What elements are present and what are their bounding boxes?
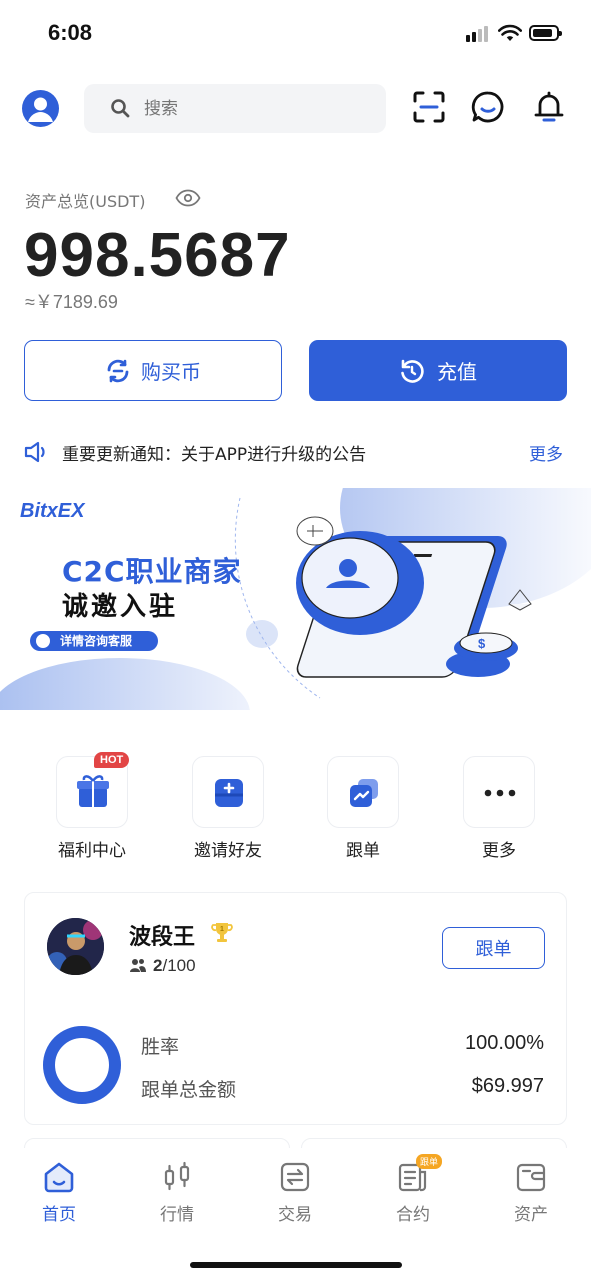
home-icon — [44, 1162, 74, 1193]
followers-icon — [130, 959, 146, 972]
total-amount-label: 跟单总金额 — [141, 1079, 237, 1101]
search-bar[interactable] — [84, 84, 386, 133]
svg-text:1: 1 — [220, 926, 224, 933]
eye-icon[interactable] — [175, 188, 201, 208]
more-dots-icon — [484, 789, 516, 797]
scan-icon[interactable] — [412, 90, 446, 124]
bell-icon[interactable] — [532, 90, 566, 124]
tab-label: 交易 — [278, 1205, 312, 1225]
search-icon — [111, 99, 130, 118]
deposit-label: 充值 — [437, 360, 477, 384]
wifi-icon — [498, 24, 522, 41]
win-rate-label: 胜率 — [141, 1036, 180, 1058]
tab-label: 资产 — [514, 1205, 548, 1225]
banner-cta-label: 详情咨询客服 — [60, 634, 133, 648]
contract-badge: 跟单 — [416, 1154, 443, 1169]
trophy-icon: 1 — [211, 923, 233, 942]
exchange-icon — [107, 359, 129, 382]
invite-icon — [215, 779, 243, 807]
quick-invite-friends[interactable]: 邀请好友 — [192, 756, 264, 861]
quick-welfare-center[interactable]: HOT 福利中心 — [56, 752, 130, 861]
quick-copy-trade[interactable]: 跟单 — [327, 756, 399, 861]
follow-trader-label: 跟单 — [475, 939, 512, 960]
follower-count: 2/100 — [129, 956, 196, 976]
banner-cta[interactable]: 详情咨询客服 — [30, 631, 158, 651]
buy-coin-button[interactable]: 购买币 — [24, 340, 282, 401]
speaker-icon — [24, 441, 45, 463]
avatar-icon[interactable] — [22, 90, 59, 127]
user-icon — [36, 634, 50, 648]
copy-trade-icon — [350, 779, 378, 807]
banner-brand: BitxEX — [20, 500, 85, 522]
notice-text[interactable]: 重要更新通知：关于APP进行升级的公告 — [62, 440, 366, 465]
buy-coin-label: 购买币 — [141, 360, 201, 384]
status-bar: 6:08 — [0, 0, 591, 70]
win-rate-ring — [43, 1026, 121, 1104]
svg-text:$: $ — [478, 636, 486, 651]
chat-icon[interactable] — [471, 90, 505, 124]
tab-trade[interactable]: 交易 — [245, 1160, 345, 1225]
win-rate-value: 100.00% — [465, 1032, 544, 1054]
quick-menu-label: 邀请好友 — [194, 841, 262, 861]
trader-name: 波段王 — [129, 925, 196, 950]
search-input[interactable] — [144, 96, 364, 122]
tab-market[interactable]: 行情 — [127, 1160, 227, 1225]
promo-banner[interactable]: $ BitxEX C2C职业商家 诚邀入驻 详情咨询客服 — [0, 488, 591, 710]
trader-card[interactable]: 波段王 1 2/100 跟单 胜率 100.00% 跟单总金额 $69.997 — [24, 892, 567, 1125]
quick-menu-label: 跟单 — [346, 841, 380, 861]
total-amount-value: $69.997 — [471, 1075, 544, 1097]
candles-icon — [164, 1161, 190, 1191]
banner-headline: C2C职业商家 — [62, 555, 242, 588]
deposit-icon — [401, 359, 424, 383]
tab-home[interactable]: 首页 — [9, 1160, 109, 1225]
trade-icon — [280, 1162, 310, 1192]
notice-more-link[interactable]: 更多 — [529, 440, 563, 465]
bottom-tab-bar: 首页 行情 交易 跟单 合约 资产 — [0, 1148, 591, 1280]
quick-menu-label: 更多 — [482, 841, 516, 861]
asset-cny-value: ≈￥7189.69 — [25, 292, 118, 312]
banner-subheadline: 诚邀入驻 — [62, 592, 179, 622]
tab-label: 行情 — [160, 1205, 194, 1225]
asset-total-value: 998.5687 — [24, 221, 291, 290]
home-indicator — [190, 1262, 402, 1268]
followers-max: /100 — [162, 956, 196, 975]
tab-assets[interactable]: 资产 — [481, 1160, 581, 1225]
asset-label: 资产总览(USDT) — [25, 192, 146, 211]
quick-menu-label: 福利中心 — [58, 841, 126, 861]
tab-contract[interactable]: 跟单 合约 — [363, 1154, 463, 1225]
quick-more[interactable]: 更多 — [463, 756, 535, 861]
hot-badge: HOT — [94, 752, 130, 768]
tab-label: 合约 — [396, 1205, 430, 1225]
tab-label: 首页 — [42, 1205, 76, 1225]
wallet-icon — [516, 1163, 546, 1192]
status-time: 6:08 — [48, 20, 93, 45]
trader-avatar — [47, 918, 104, 975]
follow-trader-button[interactable]: 跟单 — [442, 927, 545, 969]
deposit-button[interactable]: 充值 — [309, 340, 567, 401]
battery-icon — [529, 25, 562, 41]
